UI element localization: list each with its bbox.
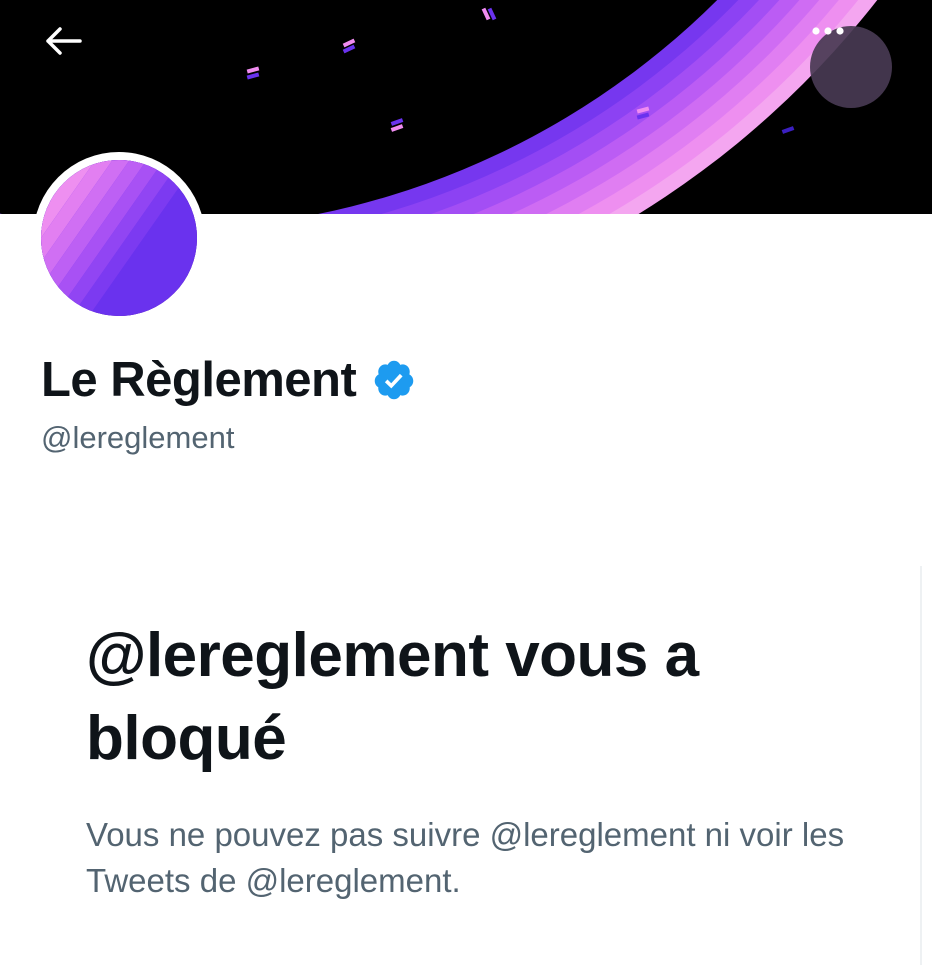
panel-divider — [920, 566, 922, 965]
profile-display-name: Le Règlement — [41, 353, 357, 407]
profile-name-row: Le Règlement — [41, 350, 416, 410]
more-options-button[interactable] — [810, 26, 892, 108]
blocked-title: @lereglement vous a bloqué — [86, 621, 699, 773]
arrow-left-icon — [46, 27, 82, 55]
verified-badge-icon[interactable] — [372, 358, 416, 402]
back-button[interactable] — [44, 26, 124, 106]
more-horizontal-icon — [812, 27, 844, 35]
profile-handle: @lereglement — [41, 420, 235, 455]
avatar-artwork — [41, 160, 197, 316]
avatar-border — [33, 152, 205, 324]
avatar[interactable] — [41, 160, 197, 316]
blocked-description: Vous ne pouvez pas suivre @lereglement n… — [86, 816, 845, 899]
